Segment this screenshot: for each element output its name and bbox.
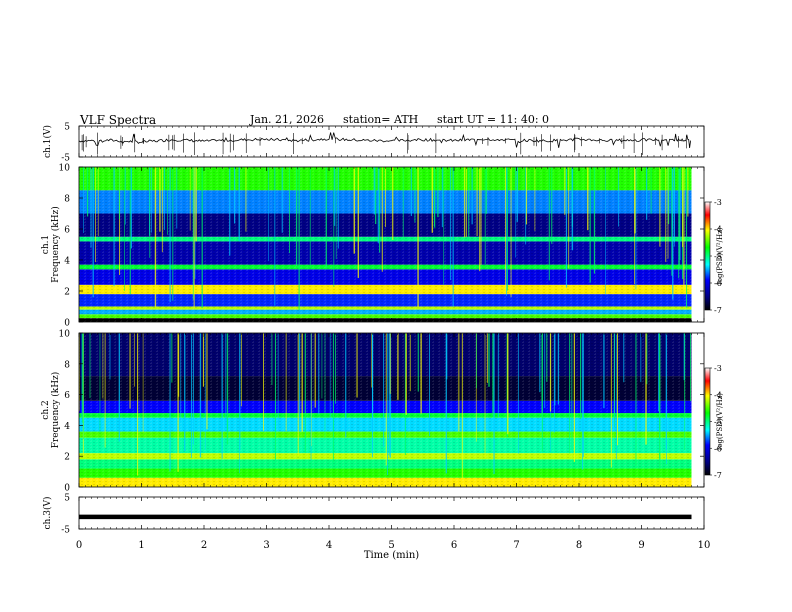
- y-axis-label: Frequency (kHz): [50, 206, 61, 283]
- colorbar: [704, 201, 711, 311]
- x-tick-label: 6: [451, 540, 457, 551]
- colorbar-tick-label: -7: [714, 306, 722, 315]
- x-tick-label: 0: [76, 540, 82, 551]
- colorbar-tick-label: -7: [714, 471, 722, 480]
- y-tick-label: 0: [64, 484, 70, 494]
- spectrogram-texture: [79, 333, 692, 487]
- y-tick-label: 0: [64, 319, 70, 329]
- y-tick-label: 6: [64, 226, 70, 236]
- x-tick-label: 10: [698, 540, 711, 551]
- x-tick-label: 8: [576, 540, 582, 551]
- y-tick-label: -5: [61, 526, 70, 536]
- y-tick-label: 4: [64, 257, 70, 267]
- y-tick-label: 2: [64, 453, 70, 463]
- colorbar: [704, 367, 711, 476]
- vlf-figure: 5-5ch.1(V)-3-4-5-6-7log(PSD)(V²/Hz)02468…: [41, 123, 724, 562]
- y-tick-label: 5: [64, 494, 70, 504]
- y-tick-label: 6: [64, 391, 70, 401]
- y-tick-label: -5: [61, 154, 70, 164]
- x-tick-label: 2: [201, 540, 207, 551]
- x-axis-label: Time (min): [364, 550, 419, 561]
- y-axis-label: Frequency (kHz): [50, 372, 61, 449]
- y-tick-label: 10: [59, 164, 71, 174]
- y-tick-label: 10: [59, 330, 71, 340]
- colorbar-label: log(PSD)(V²/Hz): [716, 227, 724, 284]
- colorbar-label: log(PSD)(V²/Hz): [716, 393, 724, 450]
- colorbar-tick-label: -3: [714, 198, 722, 207]
- ch3-waveform-axes: [78, 496, 705, 530]
- x-tick-label: 4: [326, 540, 332, 551]
- y-axis-label: ch.2: [41, 400, 51, 419]
- y-tick-label: 8: [64, 360, 70, 370]
- y-axis-label: ch.1(V): [42, 125, 53, 158]
- y-tick-label: 8: [64, 195, 70, 205]
- x-tick-label: 9: [638, 540, 644, 551]
- ch1-waveform-trace: [78, 132, 691, 149]
- colorbar-tick-label: -3: [714, 364, 722, 373]
- y-tick-label: 5: [64, 123, 70, 133]
- y-tick-label: 2: [64, 288, 70, 298]
- x-tick-label: 7: [513, 540, 519, 551]
- y-tick-label: 4: [64, 422, 70, 432]
- y-axis-label: ch.3(V): [42, 497, 53, 530]
- x-tick-label: 3: [263, 540, 269, 551]
- x-tick-label: 1: [138, 540, 144, 551]
- y-axis-label: ch.1: [41, 235, 51, 254]
